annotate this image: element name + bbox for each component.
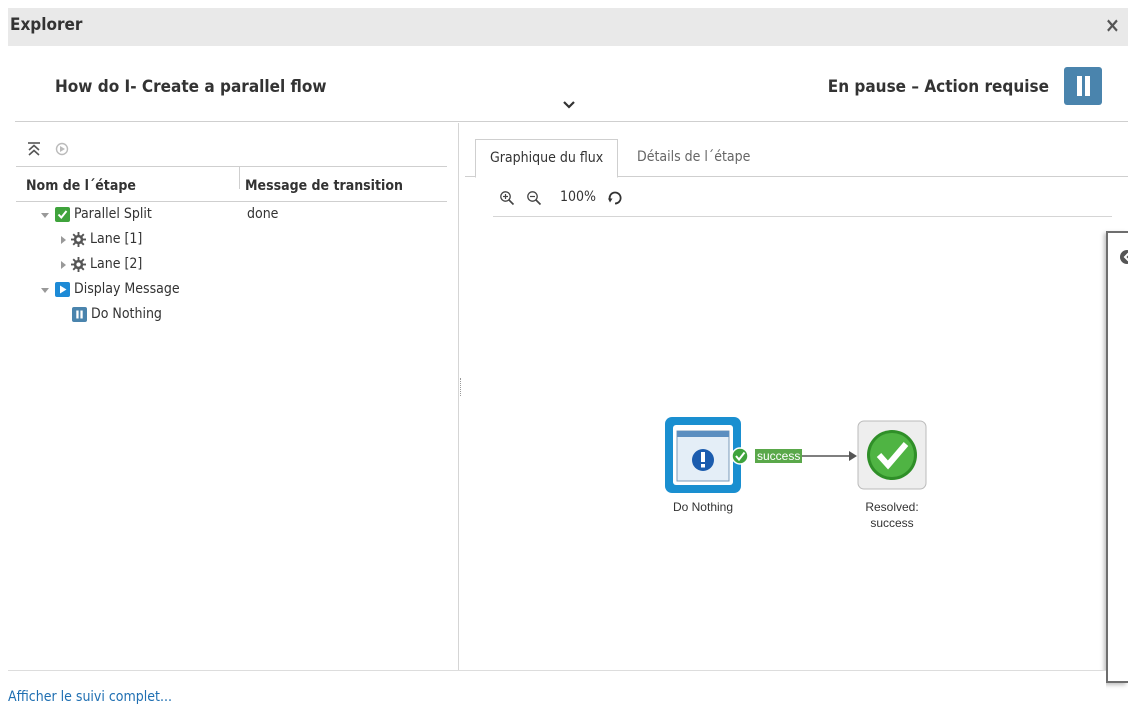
zoom-level: 100% <box>560 189 597 205</box>
expand-triangle-closed-icon[interactable] <box>58 260 68 270</box>
node-label-do-nothing: Do Nothing <box>672 500 734 514</box>
splitter-grip[interactable] <box>460 378 463 396</box>
tab-step-details[interactable]: Détails de l´étape <box>623 139 764 177</box>
close-icon[interactable]: × <box>1105 15 1120 35</box>
tree-row-label: Do Nothing <box>91 306 162 322</box>
run-header: How do I- Create a parallel flow En paus… <box>15 53 1128 122</box>
column-header-step-name[interactable]: Nom de l´étape <box>26 178 136 194</box>
window-title: Explorer <box>10 15 83 35</box>
expand-triangle-open-icon[interactable] <box>40 285 50 295</box>
flow-graph-pane: Graphique du flux Détails de l´étape 100… <box>465 123 1128 670</box>
transition-label: success <box>755 449 803 463</box>
zoom-out-icon[interactable] <box>526 190 542 206</box>
column-header-transition-message[interactable]: Message de transition <box>245 178 403 194</box>
chevron-down-icon[interactable] <box>563 99 575 111</box>
flow-name: How do I- Create a parallel flow <box>55 77 327 97</box>
pane-splitter[interactable] <box>458 123 464 670</box>
footer: Afficher le suivi complet... <box>8 670 1106 707</box>
tree-row-label: Display Message <box>74 281 180 297</box>
check-icon <box>55 207 70 222</box>
arrow-head-icon <box>849 451 857 461</box>
tree-row-message: done <box>247 206 279 222</box>
flow-canvas: success Do Nothing Resolved: success <box>465 217 1128 670</box>
gear-icon <box>71 257 86 272</box>
tree-row-label: Lane [1] <box>90 231 143 247</box>
node-label-resolved: Resolved: <box>865 500 919 514</box>
zoom-in-icon[interactable] <box>499 190 515 206</box>
tree-row-lane-1[interactable]: Lane [1] <box>15 229 446 254</box>
refresh-icon[interactable] <box>54 141 70 157</box>
side-panel <box>1106 231 1128 683</box>
tree-row-label: Parallel Split <box>74 206 152 222</box>
flow-graph-svg <box>665 417 927 493</box>
tree-row-do-nothing[interactable]: Do Nothing <box>15 304 446 329</box>
tree-header: Nom de l´étape Message de transition <box>16 166 447 202</box>
node-resolved-success[interactable] <box>857 420 927 490</box>
expand-panel-icon[interactable] <box>1117 249 1128 265</box>
tree-row-parallel-split[interactable]: Parallel Split done <box>15 204 446 229</box>
run-status: En pause – Action requise <box>827 77 1049 97</box>
collapse-all-icon[interactable] <box>26 141 42 157</box>
tab-bar: Graphique du flux Détails de l´étape <box>465 139 1128 178</box>
tab-flow-graph[interactable]: Graphique du flux <box>475 139 619 178</box>
expand-triangle-open-icon[interactable] <box>40 210 50 220</box>
tree-row-lane-2[interactable]: Lane [2] <box>15 254 446 279</box>
success-port-icon <box>731 447 749 465</box>
node-label-resolved-status: success <box>870 516 914 530</box>
window-titlebar: Explorer × <box>8 8 1128 46</box>
expand-triangle-closed-icon[interactable] <box>58 235 68 245</box>
tree-row-label: Lane [2] <box>90 256 143 272</box>
gear-icon <box>71 232 86 247</box>
reset-zoom-icon[interactable] <box>607 190 623 206</box>
step-tree-pane: Nom de l´étape Message de transition Par… <box>15 123 458 670</box>
tree-row-display-message[interactable]: Display Message <box>15 279 446 304</box>
show-full-trace-link[interactable]: Afficher le suivi complet... <box>8 689 172 705</box>
pause-icon <box>72 307 87 322</box>
node-do-nothing[interactable] <box>665 417 741 493</box>
pause-button[interactable] <box>1064 67 1102 105</box>
column-divider <box>239 167 240 189</box>
play-icon <box>55 282 70 297</box>
